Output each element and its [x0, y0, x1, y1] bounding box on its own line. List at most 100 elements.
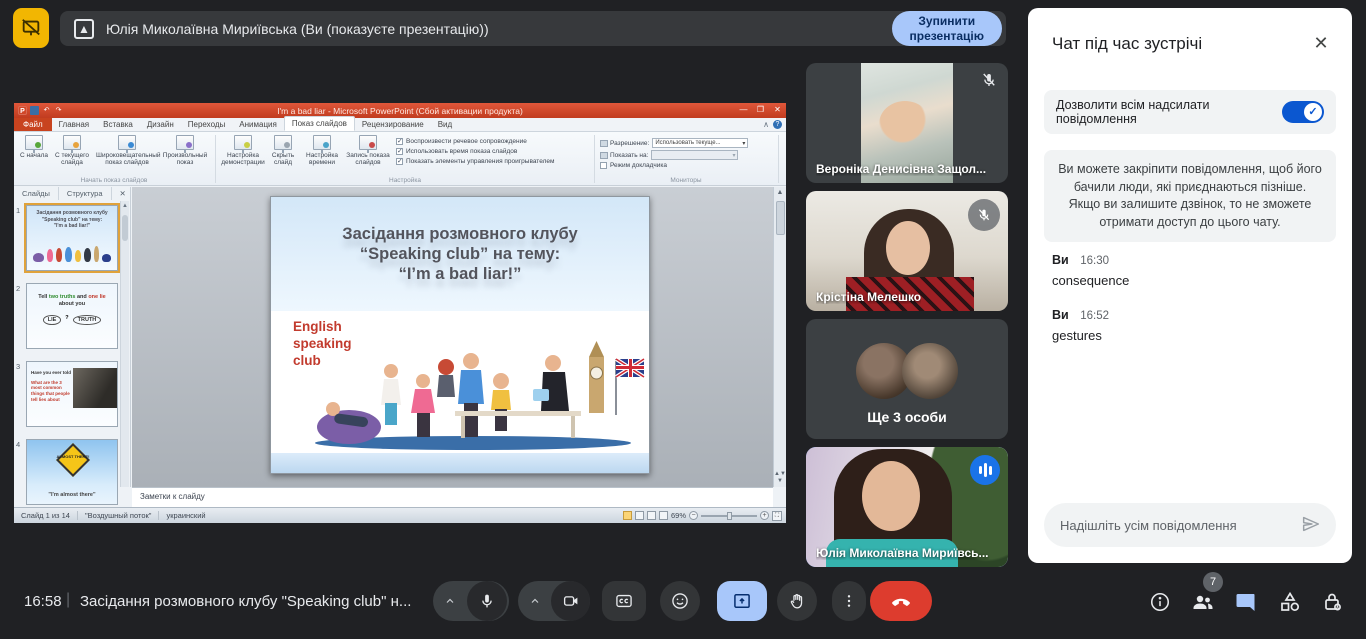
status-slide-position: Слайд 1 из 14 — [14, 511, 78, 520]
clock: 16:58 — [24, 593, 62, 610]
view-sorter-icon[interactable] — [635, 511, 644, 520]
reactions-button[interactable] — [660, 581, 700, 621]
show-on-dropdown[interactable]: ▾ — [651, 150, 738, 160]
zoom-in-button[interactable]: + — [760, 511, 769, 520]
tab-slideshow[interactable]: Показ слайдов — [284, 116, 355, 131]
message-text: consequence — [1052, 273, 1332, 288]
tab-file[interactable]: Файл — [14, 118, 52, 131]
activities-button[interactable] — [1273, 585, 1307, 619]
pane-tab-slides[interactable]: Слайды — [14, 187, 59, 200]
undo-icon[interactable]: ↶ — [42, 106, 51, 115]
speaking-indicator-icon — [970, 455, 1000, 485]
show-on-label: Показать на: — [610, 152, 648, 159]
checkbox-use-timings[interactable]: ✓Использовать время показа слайдов — [396, 148, 596, 155]
resolution-label: Разрешение: — [610, 140, 649, 147]
self-tile[interactable]: Юлія Миколаївна Мириївсь... — [806, 447, 1008, 567]
save-icon[interactable] — [30, 106, 39, 115]
pane-tabs: Слайды Структура ✕ — [14, 187, 130, 200]
chat-input-row — [1044, 503, 1336, 547]
editor-scrollbar[interactable]: ▲ ▲▼▼ — [773, 187, 786, 487]
chat-message-input[interactable] — [1060, 518, 1296, 533]
tab-design[interactable]: Дизайн — [140, 118, 181, 131]
notes-area[interactable]: Заметки к слайду — [132, 487, 773, 507]
fit-to-window-button[interactable]: ⛶ — [772, 511, 782, 521]
redo-icon[interactable]: ↷ — [54, 106, 63, 115]
tab-review[interactable]: Рецензирование — [355, 118, 431, 131]
close-button[interactable]: ✕ — [769, 104, 786, 117]
ppt-titlebar[interactable]: I'm a bad liar - Microsoft PowerPoint (С… — [14, 103, 786, 118]
tab-animations[interactable]: Анимация — [232, 118, 284, 131]
mic-options-chevron[interactable] — [433, 581, 467, 621]
resolution-dropdown[interactable]: Использовать текуще...▾ — [652, 138, 748, 148]
participant-name: Крістіна Мелешко — [816, 290, 921, 304]
presentation-off-badge — [13, 8, 49, 48]
main-slide[interactable]: Засідання розмовного клубу “Speaking clu… — [270, 196, 650, 474]
present-button[interactable] — [717, 581, 767, 621]
chat-title: Чат під час зустрічі — [1052, 34, 1202, 54]
participant-tile-1[interactable]: Вероніка Денисівна Защол... — [806, 63, 1008, 183]
participant-tile-2[interactable]: Крістіна Мелешко — [806, 191, 1008, 311]
camera-button[interactable] — [551, 581, 590, 621]
checkbox-show-media-controls[interactable]: ✓Показать элементы управления проигрыват… — [396, 158, 596, 165]
slide-thumbnail-2[interactable]: Tell two truths and one lie about you LI… — [26, 283, 118, 349]
ribbon-hide-slide-button[interactable]: Скрыть слайд — [268, 135, 298, 166]
checkbox-presenter-view[interactable]: Режим докладчика — [600, 162, 780, 169]
zoom-out-button[interactable]: − — [689, 511, 698, 520]
help-icon[interactable]: ? — [773, 120, 782, 129]
allow-messages-row: Дозволити всім надсилати повідомлення ✓ — [1044, 90, 1336, 134]
slide-thumb-row-4[interactable]: 4 ALMOST THERE! "I'm almost there" — [16, 439, 120, 505]
minimize-button[interactable]: — — [735, 104, 752, 117]
tab-view[interactable]: Вид — [431, 118, 459, 131]
camera-options-chevron[interactable] — [518, 581, 551, 621]
ribbon-custom-show-button[interactable]: Произвольный показ — [160, 135, 210, 166]
overflow-tile[interactable]: Ще 3 особи — [806, 319, 1008, 439]
captions-button[interactable] — [602, 581, 646, 621]
checkbox-play-narrations[interactable]: ✓Воспроизвести речевое сопровождение — [396, 138, 596, 145]
host-controls-button[interactable] — [1316, 585, 1350, 619]
view-slideshow-icon[interactable] — [659, 511, 668, 520]
tab-insert[interactable]: Вставка — [96, 118, 140, 131]
minimize-ribbon-icon[interactable]: ∧ — [763, 120, 769, 129]
slide-thumb-row-1[interactable]: 1 Засідання розмовного клубу "Speaking c… — [16, 205, 120, 271]
pane-tab-outline[interactable]: Структура — [59, 187, 112, 200]
ribbon-rehearse-timings-button[interactable]: Настройка времени — [300, 135, 344, 166]
view-normal-icon[interactable] — [623, 511, 632, 520]
end-call-button[interactable] — [870, 581, 932, 621]
slide-thumbnail-4[interactable]: ALMOST THERE! "I'm almost there" — [26, 439, 118, 505]
divider: | — [66, 591, 70, 609]
prev-next-slide-buttons[interactable]: ▲▼▼ — [774, 471, 786, 485]
ppt-window-title: I'm a bad liar - Microsoft PowerPoint (С… — [14, 106, 786, 116]
allow-messages-toggle[interactable]: ✓ — [1282, 101, 1324, 123]
ribbon-from-current-button[interactable]: С текущего слайда — [52, 135, 92, 166]
maximize-button[interactable]: ❐ — [752, 104, 769, 117]
tab-home[interactable]: Главная — [52, 118, 96, 131]
presenter-label: Юлія Миколаївна Мириївська (Ви (показуєт… — [106, 21, 892, 37]
chat-message: Ви 16:30 consequence — [1052, 253, 1332, 288]
slide-thumbnail-1[interactable]: Засідання розмовного клубу "Speaking clu… — [26, 205, 118, 271]
tab-transitions[interactable]: Переходы — [181, 118, 233, 131]
ribbon-setup-show-button[interactable]: Настройка демонстрации — [220, 135, 266, 166]
zoom-slider[interactable] — [701, 515, 757, 517]
pane-scrollbar[interactable]: ▲ — [120, 201, 129, 487]
slide-title-block: Засідання розмовного клубу “Speaking clu… — [271, 197, 649, 311]
close-icon[interactable]: ✕ — [1308, 30, 1334, 56]
slide-thumb-row-2[interactable]: 2 Tell two truths and one lie about you … — [16, 283, 120, 349]
allow-messages-label: Дозволити всім надсилати повідомлення — [1056, 98, 1282, 126]
send-icon[interactable] — [1296, 509, 1326, 542]
meeting-details-button[interactable] — [1143, 585, 1177, 619]
more-options-button[interactable] — [832, 581, 866, 621]
ribbon-from-beginning-button[interactable]: С начала — [18, 135, 50, 159]
slide-thumb-row-3[interactable]: 3 Have you ever told What are the 3 most… — [16, 361, 120, 427]
toggle-check-icon: ✓ — [1304, 103, 1322, 121]
zoom-level: 69% — [671, 511, 686, 520]
mic-button[interactable] — [467, 581, 507, 621]
raise-hand-button[interactable] — [777, 581, 817, 621]
slide-thumbnail-3[interactable]: Have you ever told What are the 3 most c… — [26, 361, 118, 427]
stop-presentation-button[interactable]: Зупинити презентацію — [892, 11, 1003, 46]
ribbon-broadcast-button[interactable]: Широковещательный показ слайдов — [96, 135, 158, 166]
quick-access-toolbar: P ↶ ↷ — [18, 106, 63, 115]
powerpoint-app-icon[interactable]: P — [18, 106, 27, 115]
ribbon-record-show-button[interactable]: Запись показа слайдов — [346, 135, 390, 166]
view-reading-icon[interactable] — [647, 511, 656, 520]
chat-button[interactable] — [1229, 585, 1263, 619]
